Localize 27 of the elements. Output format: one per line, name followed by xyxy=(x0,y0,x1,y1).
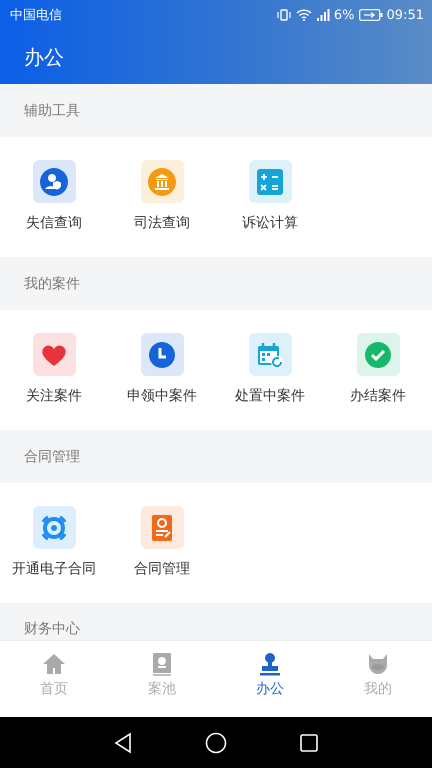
shortcut-item[interactable]: 司法查询 xyxy=(108,160,216,232)
shortcut-item[interactable]: 合同管理 xyxy=(108,506,216,578)
battery-percent: 6% xyxy=(334,8,355,22)
page-title: 办公 xyxy=(24,44,64,70)
recents-button[interactable] xyxy=(299,732,319,752)
shortcut-item[interactable]: 申领中案件 xyxy=(108,333,216,405)
shortcut-item[interactable]: 失信查询 xyxy=(0,160,108,232)
tab-item[interactable]: 办公 xyxy=(216,641,324,717)
shortcut-item[interactable]: 办结案件 xyxy=(324,333,432,405)
shortcut-item[interactable]: 处置中案件 xyxy=(216,333,324,405)
carrier-name: 中国电信 xyxy=(10,7,62,24)
section-title: 辅助工具 xyxy=(24,102,80,120)
shortcut-item[interactable]: 关注案件 xyxy=(0,333,108,405)
home-icon xyxy=(41,651,67,677)
back-button[interactable] xyxy=(113,732,133,754)
shortcut-item[interactable]: 诉讼计算 xyxy=(216,160,324,232)
stamp-icon xyxy=(257,651,283,677)
section-title: 合同管理 xyxy=(24,448,80,466)
clock-time: 09:51 xyxy=(386,8,424,22)
vibrate-icon xyxy=(276,9,292,21)
home-button[interactable] xyxy=(205,732,227,754)
wifi-icon xyxy=(296,9,312,21)
shortcut-item[interactable]: 开通电子合同 xyxy=(0,506,108,578)
signal-icon xyxy=(316,9,330,21)
section-title: 财务中心 xyxy=(24,620,80,638)
battery-icon xyxy=(358,9,383,21)
section-title: 我的案件 xyxy=(24,274,80,292)
